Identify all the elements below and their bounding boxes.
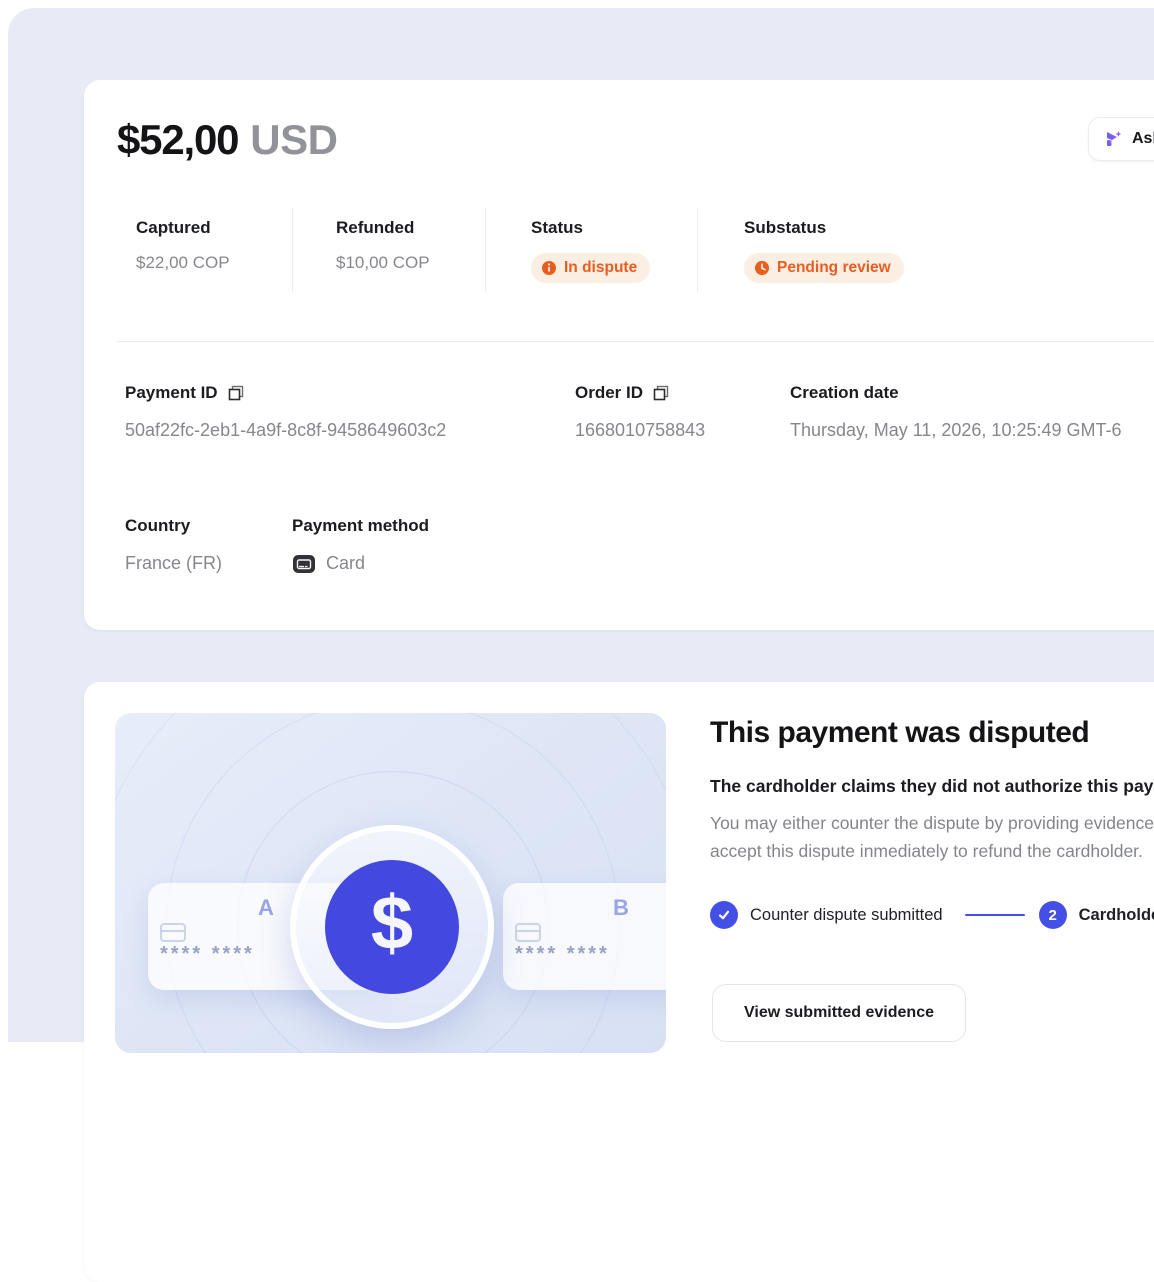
step-connector xyxy=(965,914,1025,917)
order-id-value: 1668010758843 xyxy=(575,420,790,441)
stat-status: Status In dispute xyxy=(486,208,698,292)
divider xyxy=(117,341,1154,342)
captured-label: Captured xyxy=(136,218,292,238)
status-badge-text: In dispute xyxy=(564,259,637,277)
payment-method-value: Card xyxy=(326,553,365,574)
dollar-coin-icon: $ xyxy=(325,860,459,994)
ai-sparkle-icon xyxy=(1103,129,1123,149)
dispute-description-line1: You may either counter the dispute by pr… xyxy=(710,809,1154,837)
status-badge: In dispute xyxy=(531,253,650,283)
country-value: France (FR) xyxy=(125,553,292,574)
payment-method-block: Payment method Card xyxy=(292,516,1154,574)
status-label: Status xyxy=(531,218,697,238)
view-evidence-button[interactable]: View submitted evidence xyxy=(712,984,966,1042)
details-row-2: Country France (FR) Payment method Card xyxy=(125,516,1154,574)
dispute-illustration: A **** **** B **** **** $ xyxy=(115,713,666,1053)
chip-icon xyxy=(515,923,541,942)
order-id-label: Order ID xyxy=(575,383,643,403)
payment-id-label: Payment ID xyxy=(125,383,218,403)
step1-check-icon xyxy=(710,901,738,929)
card-icon xyxy=(292,554,316,574)
stats-row: Captured $22,00 COP Refunded $10,00 COP … xyxy=(84,208,1154,292)
copy-payment-id-button[interactable] xyxy=(228,385,245,402)
refunded-label: Refunded xyxy=(336,218,485,238)
dollar-sign: $ xyxy=(371,886,413,968)
stat-captured: Captured $22,00 COP xyxy=(84,208,293,292)
dispute-title: This payment was disputed xyxy=(710,716,1154,750)
card-b-label: B xyxy=(503,895,666,921)
card-b-masked-number: **** **** xyxy=(515,943,610,966)
dispute-claim: The cardholder claims they did not autho… xyxy=(710,776,1154,797)
amount-row: $52,00 USD xyxy=(117,116,1154,164)
creation-date-block: Creation date Thursday, May 11, 2026, 10… xyxy=(790,383,1154,441)
ask-ai-button[interactable]: Ask AI xyxy=(1088,117,1154,161)
payment-summary-card: $52,00 USD Ask AI Captured $22, xyxy=(84,80,1154,630)
chip-icon xyxy=(160,923,186,942)
stat-refunded: Refunded $10,00 COP xyxy=(293,208,486,292)
glass-circle: $ xyxy=(290,825,494,1029)
dispute-stepper: Counter dispute submitted 2 Cardholder b… xyxy=(710,901,1154,929)
payment-amount: $52,00 xyxy=(117,116,238,164)
order-id-block: Order ID 1668010758843 xyxy=(575,383,790,441)
dispute-card: A **** **** B **** **** $ This payment w… xyxy=(84,682,1154,1282)
dispute-description: You may either counter the dispute by pr… xyxy=(710,809,1154,865)
captured-value: $22,00 COP xyxy=(136,253,292,273)
substatus-badge-text: Pending review xyxy=(777,259,891,277)
creation-date-value: Thursday, May 11, 2026, 10:25:49 GMT-6 xyxy=(790,420,1154,441)
payment-currency: USD xyxy=(250,116,337,164)
stat-substatus: Substatus Pending review xyxy=(698,208,1154,292)
info-icon xyxy=(541,260,557,276)
substatus-badge: Pending review xyxy=(744,253,904,283)
payment-method-label: Payment method xyxy=(292,516,429,536)
dispute-content: This payment was disputed The cardholder… xyxy=(710,682,1154,929)
dispute-description-line2: accept this dispute inmediately to refun… xyxy=(710,837,1154,865)
country-label: Country xyxy=(125,516,190,536)
copy-order-id-button[interactable] xyxy=(653,385,670,402)
card-b: B **** **** xyxy=(503,883,666,990)
creation-date-label: Creation date xyxy=(790,383,899,403)
card-a-masked-number: **** **** xyxy=(160,943,255,966)
step2-label: Cardholder bank review xyxy=(1079,906,1154,925)
substatus-label: Substatus xyxy=(744,218,1154,238)
ask-ai-label: Ask AI xyxy=(1132,130,1154,148)
country-block: Country France (FR) xyxy=(125,516,292,574)
clock-icon xyxy=(754,260,770,276)
payment-id-value: 50af22fc-2eb1-4a9f-8c8f-9458649603c2 xyxy=(125,420,575,441)
refunded-value: $10,00 COP xyxy=(336,253,485,273)
payment-id-block: Payment ID 50af22fc-2eb1-4a9f-8c8f-94586… xyxy=(125,383,575,441)
details-row-1: Payment ID 50af22fc-2eb1-4a9f-8c8f-94586… xyxy=(125,383,1154,441)
step2-number: 2 xyxy=(1048,907,1056,924)
step1-label: Counter dispute submitted xyxy=(750,906,943,925)
step2-number-badge: 2 xyxy=(1039,901,1067,929)
